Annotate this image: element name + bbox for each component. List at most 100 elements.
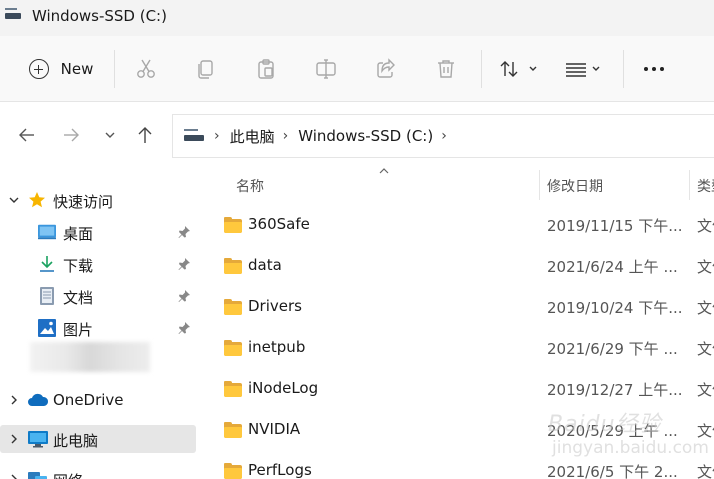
file-name: PerfLogs [248, 461, 312, 479]
window-title: Windows-SSD (C:) [32, 7, 167, 25]
sort-button[interactable] [496, 48, 544, 90]
sort-icon [500, 61, 537, 77]
pin-icon[interactable] [177, 289, 191, 303]
share-icon [377, 58, 395, 78]
paste-icon [258, 59, 274, 79]
folder-icon [224, 217, 242, 233]
share-button[interactable] [370, 48, 402, 90]
file-name: iNodeLog [248, 379, 319, 397]
sidebar-item-onedrive[interactable]: OneDrive [0, 386, 196, 414]
column-header-modified[interactable]: 修改日期 [547, 176, 603, 196]
more-button[interactable] [638, 48, 670, 90]
file-date: 2019/11/15 下午... [547, 217, 683, 235]
file-type: 文件夹 [697, 381, 714, 399]
sidebar-item-pictures[interactable]: 图片 [0, 314, 196, 342]
file-name: inetpub [248, 338, 306, 356]
folder-icon [224, 299, 242, 315]
chevron-right-icon[interactable]: › [441, 128, 447, 144]
cut-button[interactable] [130, 48, 162, 90]
copy-button[interactable] [190, 48, 222, 90]
back-button[interactable] [16, 124, 38, 146]
title-bar: Windows-SSD (C:) [0, 0, 714, 36]
delete-icon [438, 60, 454, 78]
chevron-down-icon [9, 197, 19, 203]
breadcrumb-this-pc[interactable]: 此电脑 [230, 126, 275, 147]
sidebar-item-label: 桌面 [63, 225, 94, 243]
pin-icon[interactable] [177, 321, 191, 335]
folder-icon [224, 258, 242, 274]
rename-button[interactable] [310, 48, 342, 90]
navigation-bar: › 此电脑 › Windows-SSD (C:) › [0, 102, 714, 164]
forward-button[interactable] [60, 124, 82, 146]
file-type: 文件夹 [697, 299, 714, 317]
blurred-item [30, 342, 150, 372]
sidebar-item-quick-access[interactable]: 快速访问 [0, 186, 196, 214]
column-divider[interactable] [689, 170, 690, 200]
picture-icon [38, 319, 56, 337]
breadcrumb-drive[interactable]: Windows-SSD (C:) [298, 127, 433, 145]
sidebar-item-this-pc[interactable]: 此电脑 [0, 425, 196, 453]
sidebar-item-downloads[interactable]: 下载 [0, 250, 196, 278]
arrow-up-icon [138, 127, 152, 143]
file-name: data [248, 256, 282, 274]
folder-icon [224, 381, 242, 397]
desktop-icon [38, 224, 56, 240]
file-name: Drivers [248, 297, 302, 315]
sidebar-item-label: 此电脑 [53, 432, 99, 450]
chevron-right-icon [11, 434, 17, 444]
sidebar-item-label: OneDrive [53, 391, 124, 409]
document-icon [40, 287, 54, 305]
file-name: NVIDIA [248, 420, 301, 438]
address-bar[interactable]: › 此电脑 › Windows-SSD (C:) › [172, 114, 714, 158]
file-date: 2021/6/24 上午 ... [547, 258, 678, 276]
toolbar-divider [623, 50, 624, 88]
drive-icon [5, 8, 21, 20]
sidebar-item-label: 文档 [63, 289, 94, 307]
table-row[interactable]: Drivers 2019/10/24 下午... 文件夹 [198, 288, 714, 329]
column-header-type[interactable]: 类型 [697, 176, 714, 196]
pin-icon[interactable] [177, 257, 191, 271]
sort-ascending-icon [379, 168, 389, 174]
toolbar-divider [481, 50, 482, 88]
drive-icon [184, 129, 206, 143]
new-button[interactable]: New [18, 48, 104, 90]
paste-button[interactable] [250, 48, 282, 90]
arrow-right-icon [64, 128, 79, 142]
file-type: 文件夹 [697, 340, 714, 358]
table-row[interactable]: 360Safe 2019/11/15 下午... 文件夹 [198, 206, 714, 247]
table-row[interactable]: data 2021/6/24 上午 ... 文件夹 [198, 247, 714, 288]
chevron-right-icon [11, 395, 17, 405]
recent-locations-button[interactable] [100, 124, 122, 146]
arrow-left-icon [19, 128, 34, 142]
file-date: 2019/12/27 上午... [547, 381, 683, 399]
file-type: 文件夹 [697, 217, 714, 235]
folder-icon [224, 422, 242, 438]
column-divider[interactable] [539, 170, 540, 200]
file-type: 文件夹 [697, 258, 714, 276]
column-header-name[interactable]: 名称 [236, 176, 264, 196]
file-type: 文件夹 [697, 463, 714, 479]
sidebar-item-network[interactable]: 网络 [0, 465, 196, 479]
pin-icon[interactable] [177, 225, 191, 239]
sidebar-item-label: 图片 [63, 321, 94, 339]
sidebar-item-label: 快速访问 [53, 193, 114, 211]
copy-icon [198, 60, 213, 79]
view-button[interactable] [558, 48, 606, 90]
folder-icon [224, 463, 242, 479]
delete-button[interactable] [430, 48, 462, 90]
sidebar-item-documents[interactable]: 文档 [0, 282, 196, 310]
chevron-down-icon [105, 132, 115, 138]
toolbar-divider [114, 50, 115, 88]
more-icon [644, 67, 664, 71]
chevron-right-icon: › [282, 128, 289, 144]
up-button[interactable] [134, 124, 156, 146]
table-row[interactable]: inetpub 2021/6/29 下午 ... 文件夹 [198, 329, 714, 370]
sidebar-item-desktop[interactable]: 桌面 [0, 218, 196, 246]
cut-icon [137, 59, 155, 78]
view-icon [566, 63, 600, 77]
plus-circle-icon [28, 59, 49, 79]
chevron-right-icon: › [214, 128, 220, 144]
rename-icon [316, 59, 336, 79]
chevron-right-icon [11, 474, 17, 479]
watermark: Baidu经验 jingyan.baidu.com [548, 398, 709, 468]
